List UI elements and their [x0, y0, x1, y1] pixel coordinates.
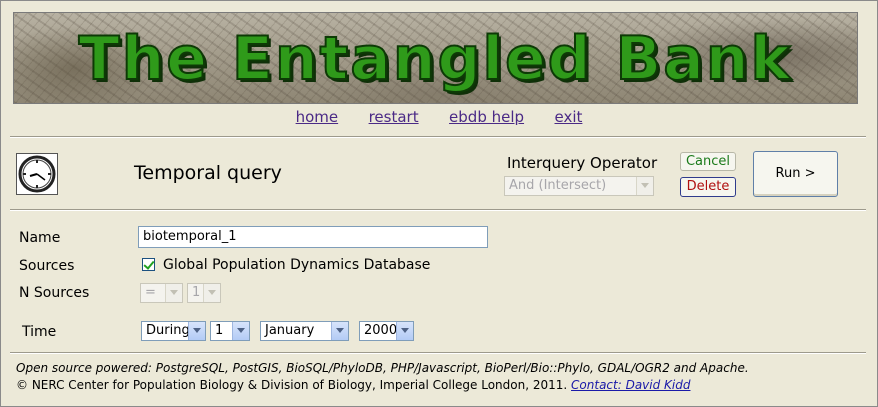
nsources-operator-select[interactable]: =	[140, 283, 183, 303]
nav-home-link[interactable]: home	[296, 108, 339, 126]
nav-bar: home restart ebdb help exit	[0, 108, 878, 132]
divider	[10, 209, 866, 211]
chevron-down-icon	[636, 177, 653, 195]
divider	[10, 352, 866, 354]
name-input[interactable]: biotemporal_1	[138, 226, 488, 248]
divider	[10, 136, 866, 138]
nav-restart-link[interactable]: restart	[369, 108, 419, 126]
source-checkbox[interactable]	[142, 258, 155, 271]
time-day-value: 1	[215, 323, 224, 338]
banner-title: The Entangled Bank	[78, 23, 793, 95]
copyright-line: © NERC Center for Population Biology & D…	[16, 378, 690, 392]
delete-button[interactable]: Delete	[680, 177, 736, 197]
interquery-value: And (Intersect)	[509, 178, 607, 193]
cancel-button[interactable]: Cancel	[680, 152, 736, 171]
nav-help-link[interactable]: ebdb help	[449, 108, 524, 126]
chevron-down-icon	[331, 322, 348, 340]
time-year-select[interactable]: 2000	[359, 321, 414, 341]
chevron-down-icon	[188, 322, 205, 340]
interquery-label: Interquery Operator	[507, 154, 658, 172]
time-year-value: 2000	[364, 323, 398, 338]
nsources-count-select[interactable]: 1	[187, 283, 221, 303]
contact-link[interactable]: Contact: David Kidd	[571, 378, 690, 392]
time-mode-value: During	[146, 323, 190, 338]
nsources-operator-value: =	[145, 285, 156, 300]
time-month-select[interactable]: January	[260, 321, 349, 341]
chevron-down-icon	[396, 322, 413, 340]
page-title: Temporal query	[134, 162, 282, 184]
banner: The Entangled Bank	[13, 12, 858, 104]
interquery-select[interactable]: And (Intersect)	[504, 176, 654, 196]
name-label: Name	[19, 230, 61, 246]
nav-exit-link[interactable]: exit	[555, 108, 583, 126]
clock-icon	[16, 153, 58, 195]
nsources-label: N Sources	[19, 285, 90, 301]
time-day-select[interactable]: 1	[210, 321, 250, 341]
nsources-count-value: 1	[192, 285, 201, 300]
chevron-down-icon	[165, 284, 182, 302]
source-name: Global Population Dynamics Database	[163, 257, 431, 273]
time-mode-select[interactable]: During	[141, 321, 206, 341]
time-month-value: January	[265, 323, 315, 338]
chevron-down-icon	[232, 322, 249, 340]
sources-label: Sources	[19, 258, 75, 274]
copyright-text: © NERC Center for Population Biology & D…	[16, 378, 568, 392]
time-label: Time	[22, 324, 57, 340]
powered-by-text: Open source powered: PostgreSQL, PostGIS…	[16, 361, 749, 375]
run-button[interactable]: Run >	[753, 151, 838, 197]
chevron-down-icon	[203, 284, 220, 302]
